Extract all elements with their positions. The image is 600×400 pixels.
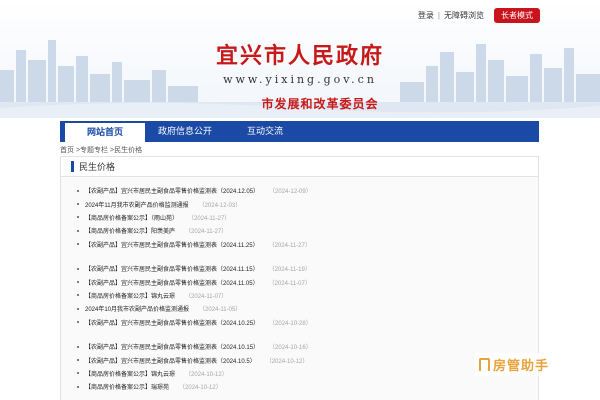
- article-date: （2024-11-27）: [188, 215, 231, 222]
- content-panel: 民生价格 【农副产品】宜兴市居民主副食品零售价格监测表（2024.12.05） （…: [60, 156, 539, 400]
- article-date: （2024-11-05）: [199, 307, 242, 314]
- nav-item-interaction[interactable]: 互动交流: [225, 121, 305, 142]
- bullet-icon: [77, 359, 79, 362]
- article-title[interactable]: 【农副产品】宜兴市居民主副食品零售价格监测表（2024.10.5）: [85, 356, 256, 365]
- panel-title: 民生价格: [79, 162, 116, 172]
- list-item[interactable]: 【农副产品】宜兴市居民主副食品零售价格监测表（2024.11.25） （2024-…: [77, 238, 312, 251]
- article-title[interactable]: 【商品房价格备案公示】瑞璟苑: [85, 382, 169, 391]
- list-item[interactable]: 2024年11月我市农副产品价格监测通报 （2024-12-03）: [77, 197, 312, 210]
- article-date: （2024-12-03）: [198, 202, 242, 209]
- article-title[interactable]: 【商品房价格备案公示】锦丸云璟: [85, 291, 175, 300]
- list-item[interactable]: 【农副产品】宜兴市居民主副食品零售价格监测表（2024.10.5） （2024-1…: [77, 353, 312, 366]
- article-list-group: 【农副产品】宜兴市居民主副食品零售价格监测表（2024.10.15） （2024-…: [77, 340, 312, 394]
- breadcrumb-home[interactable]: 首页: [60, 147, 74, 154]
- bullet-icon: [77, 385, 79, 388]
- bullet-icon: [77, 372, 79, 375]
- list-item[interactable]: 【商品房价格备案公示】阳羡美庐 （2024-11-27）: [77, 224, 312, 237]
- divider: |: [437, 11, 440, 20]
- breadcrumb-column[interactable]: 专题专栏: [80, 147, 108, 154]
- list-item[interactable]: 【农副产品】宜兴市居民主副食品零售价格监测表（2024.10.15） （2024-…: [77, 340, 312, 353]
- breadcrumb-current: 民生价格: [114, 147, 143, 154]
- panel-header: 民生价格: [61, 157, 538, 177]
- list-item[interactable]: 【商品房价格备案公示】瑞璟苑 （2024-10-12）: [77, 380, 312, 393]
- department-name: 市发展和改革委员会: [261, 97, 379, 111]
- watermark: 房管助手: [475, 353, 554, 376]
- bullet-icon: [77, 307, 79, 310]
- article-date: （2024-10-28）: [269, 320, 312, 327]
- article-date: （2024-10-12）: [185, 371, 228, 378]
- article-title[interactable]: 【农副产品】宜兴市居民主副食品零售价格监测表（2024.10.15）: [85, 342, 259, 351]
- article-list-group: 【农副产品】宜兴市居民主副食品零售价格监测表（2024.11.15） （2024-…: [77, 262, 312, 329]
- article-title[interactable]: 【商品房价格备案公示】阳羡美庐: [85, 226, 175, 235]
- list-item[interactable]: 【农副产品】宜兴市居民主副食品零售价格监测表（2024.11.15） （2024-…: [77, 262, 312, 275]
- article-title[interactable]: 【农副产品】宜兴市居民主副食品零售价格监测表（2024.11.25）: [85, 240, 259, 249]
- article-date: （2024-12-09）: [269, 189, 312, 196]
- bullet-icon: [77, 189, 79, 192]
- list-item[interactable]: 【商品房价格备案公示】（雨山苑） （2024-11-27）: [77, 211, 312, 224]
- article-date: （2024-11-19）: [268, 267, 311, 274]
- article-date: （2024-11-07）: [268, 280, 311, 287]
- list-item[interactable]: 【商品房价格备案公示】锦丸云璟 （2024-11-07）: [77, 289, 312, 302]
- article-title[interactable]: 【农副产品】宜兴市居民主副食品零售价格监测表（2024.12.05）: [85, 186, 259, 195]
- login-link[interactable]: 登录: [418, 10, 434, 21]
- bullet-icon: [77, 203, 79, 206]
- article-date: （2024-11-07）: [185, 293, 228, 300]
- bullet-icon: [77, 345, 79, 348]
- list-item[interactable]: 2024年10月我市农副产品价格监测通报 （2024-11-05）: [77, 302, 312, 315]
- article-title[interactable]: 【商品房价格备案公示】锦丸云璟: [85, 369, 175, 378]
- article-date: （2024-10-12）: [179, 385, 222, 392]
- article-date: （2024-10-16）: [269, 345, 312, 352]
- article-title[interactable]: 【农副产品】宜兴市居民主副食品零售价格监测表（2024.10.25）: [85, 318, 259, 327]
- article-title[interactable]: 【商品房价格备案公示】（雨山苑）: [85, 213, 178, 222]
- list-item[interactable]: 【农副产品】宜兴市居民主副食品零售价格监测表（2024.10.25） （2024-…: [77, 316, 312, 329]
- bullet-icon: [77, 294, 79, 297]
- utility-bar: 登录 | 无障碍浏览 长者模式: [418, 8, 540, 23]
- government-title: 宜兴市人民政府: [215, 43, 384, 69]
- list-item[interactable]: 【农副产品】宜兴市居民主副食品零售价格监测表（2024.12.05） （2024-…: [77, 184, 312, 197]
- article-title[interactable]: 【农副产品】宜兴市居民主副食品零售价格监测表（2024.11.15）: [85, 264, 259, 273]
- elder-mode-button[interactable]: 长者模式: [494, 8, 540, 23]
- house-icon: [479, 358, 490, 371]
- article-title[interactable]: 2024年11月我市农副产品价格监测通报: [85, 200, 189, 209]
- bullet-icon: [77, 281, 79, 284]
- bullet-icon: [77, 267, 79, 270]
- list-item[interactable]: 【农副产品】宜兴市居民主副食品零售价格监测表（2024.11.05） （2024-…: [77, 275, 312, 288]
- bullet-icon: [77, 321, 79, 324]
- bullet-icon: [77, 243, 79, 246]
- list-item[interactable]: 【商品房价格备案公示】锦丸云璟 （2024-10-12）: [77, 367, 312, 380]
- watermark-text: 房管助手: [493, 358, 550, 373]
- site-title-block: 宜兴市人民政府 www.yixing.gov.cn 市发展和改革委员会: [0, 38, 600, 112]
- bullet-icon: [77, 216, 79, 219]
- article-title[interactable]: 【农副产品】宜兴市居民主副食品零售价格监测表（2024.11.05）: [85, 278, 259, 287]
- article-list-group: 【农副产品】宜兴市居民主副食品零售价格监测表（2024.12.05） （2024-…: [77, 184, 312, 251]
- accessible-browsing-link[interactable]: 无障碍浏览: [444, 10, 484, 21]
- panel-accent-bar: [71, 161, 74, 172]
- breadcrumb: 首页 >专题专栏 >民生价格: [60, 145, 142, 155]
- article-title[interactable]: 2024年10月我市农副产品价格监测通报: [85, 304, 189, 313]
- article-date: （2024-11-27）: [185, 229, 228, 236]
- site-url: www.yixing.gov.cn: [223, 73, 377, 86]
- article-date: （2024-11-27）: [268, 242, 311, 249]
- bullet-icon: [77, 229, 79, 232]
- site-header: 登录 | 无障碍浏览 长者模式 宜兴市人民政府 www.yixing.gov.c…: [0, 0, 600, 118]
- main-nav: 网站首页 政府信息公开 互动交流: [60, 121, 539, 142]
- article-date: （2024-10-12）: [265, 358, 309, 365]
- nav-item-gov-info[interactable]: 政府信息公开: [145, 121, 225, 142]
- nav-item-home[interactable]: 网站首页: [65, 121, 145, 142]
